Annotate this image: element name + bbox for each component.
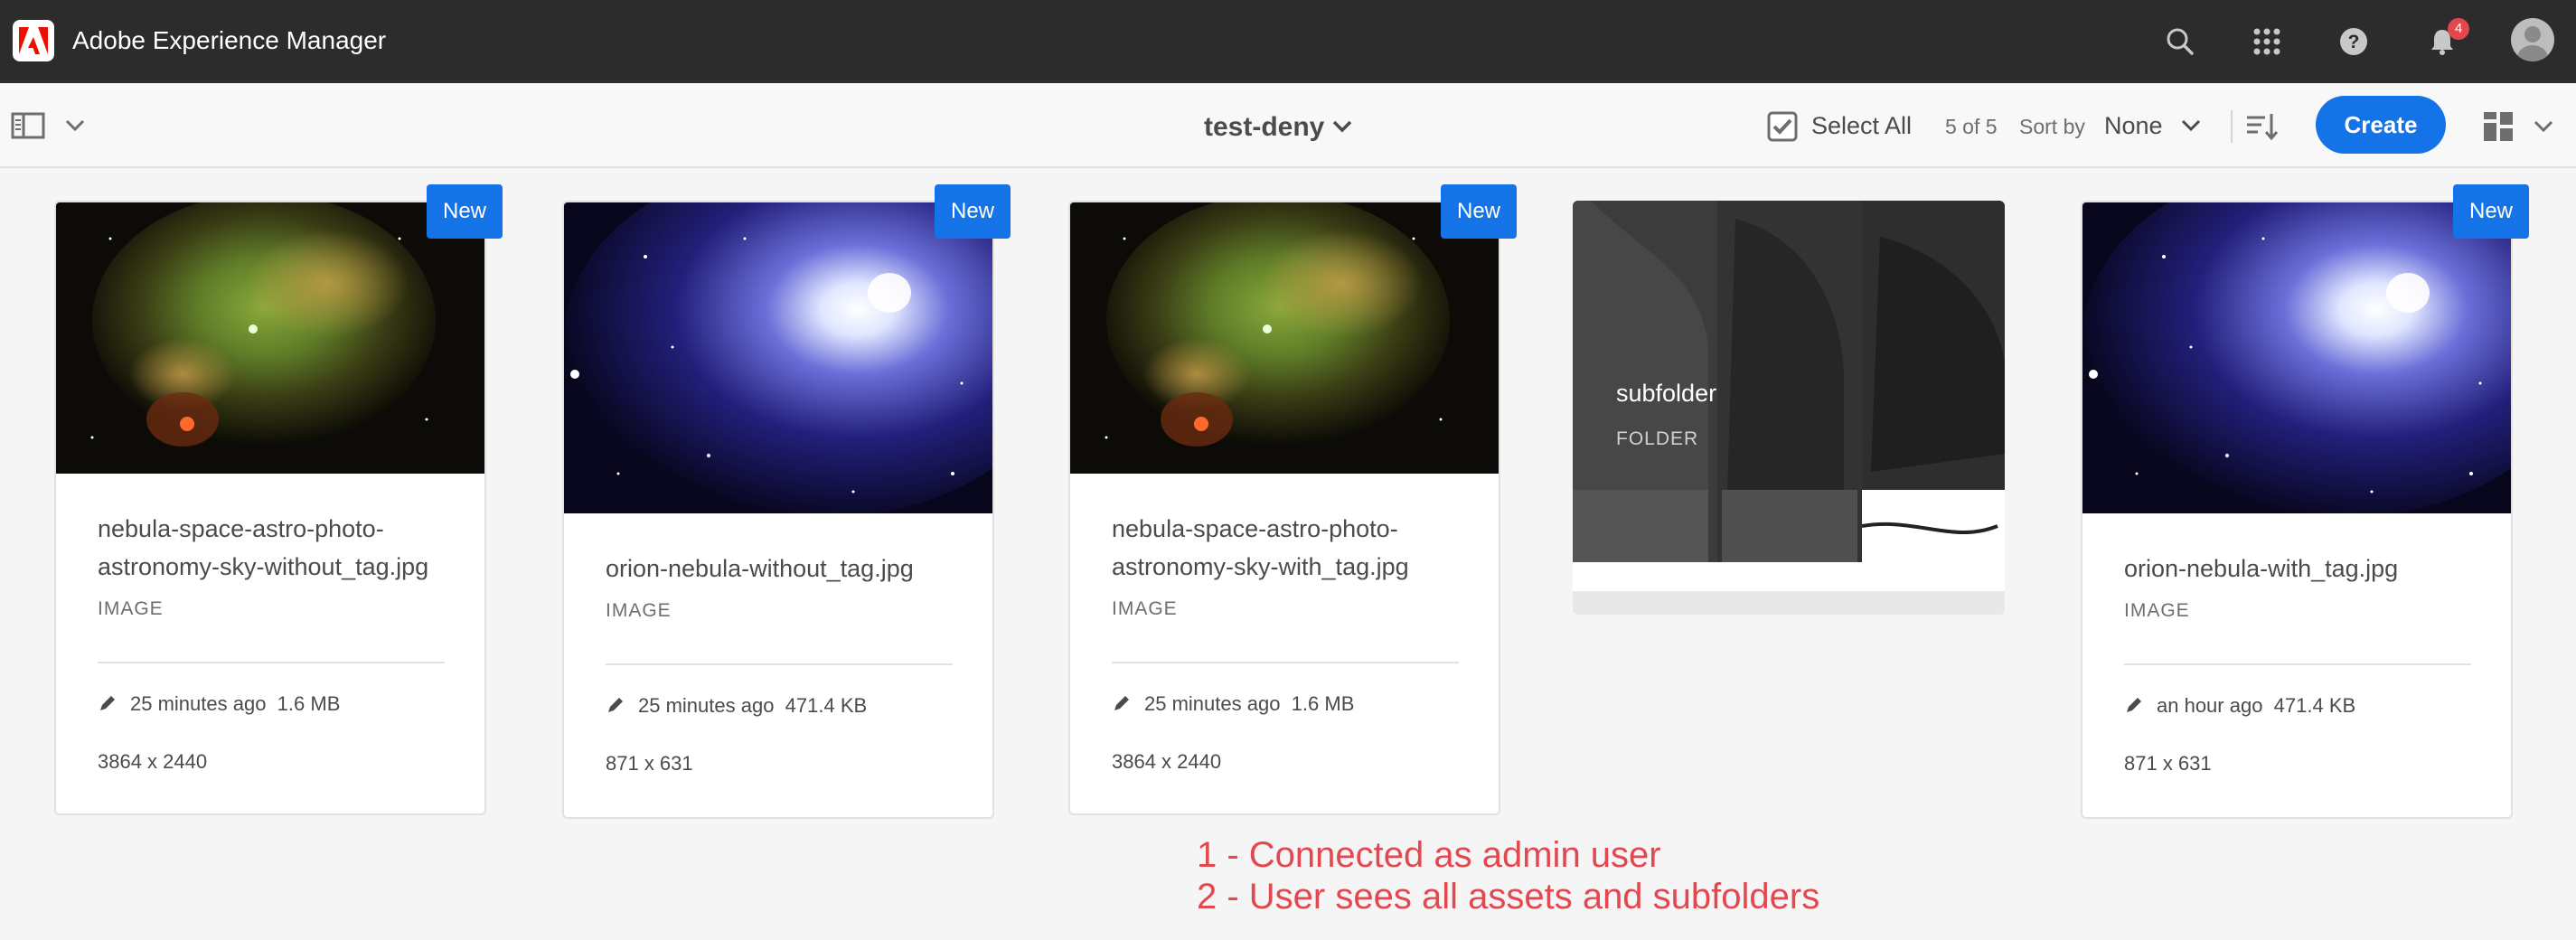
select-all-checkbox[interactable] — [1766, 110, 1799, 143]
asset-dimensions: 3864 x 2440 — [98, 750, 208, 773]
chevron-down-icon — [1332, 120, 1352, 133]
asset-type: IMAGE — [2124, 600, 2190, 621]
asset-thumbnail[interactable] — [564, 202, 992, 513]
user-avatar[interactable] — [2511, 18, 2554, 61]
modified-time: 25 minutes ago — [1144, 692, 1281, 715]
asset-card[interactable]: New orion-nebula-without_tag.jpg IMAGE 2… — [562, 184, 1011, 819]
adobe-logo-icon[interactable] — [13, 20, 54, 61]
file-size: 471.4 KB — [785, 694, 868, 717]
asset-title[interactable]: nebula-space-astro-photo- astronomy-sky-… — [1112, 510, 1473, 586]
new-badge: New — [935, 184, 1011, 239]
new-badge: New — [427, 184, 503, 239]
card-divider — [2124, 663, 2471, 665]
action-bar: test-deny Select All 5 of 5 Sort by None… — [0, 83, 2576, 168]
pencil-icon — [100, 696, 115, 710]
rail-toggle-icon[interactable] — [11, 110, 47, 141]
asset-type: IMAGE — [606, 600, 672, 621]
asset-thumbnail[interactable] — [1070, 202, 1499, 474]
toolbar-divider — [2231, 110, 2233, 143]
file-size: 1.6 MB — [1291, 692, 1355, 715]
sort-value: None — [2104, 112, 2163, 139]
notification-badge: 4 — [2448, 18, 2469, 40]
sort-picker[interactable]: None — [2097, 108, 2211, 145]
folder-title: test-deny — [1204, 112, 1325, 142]
apps-grid-icon[interactable] — [2245, 20, 2289, 63]
asset-type: IMAGE — [98, 598, 164, 619]
help-icon[interactable]: ? — [2332, 20, 2375, 63]
search-icon[interactable] — [2158, 20, 2202, 63]
modified-time: 25 minutes ago — [130, 692, 267, 715]
sort-label: Sort by — [2019, 115, 2085, 138]
card-view-icon[interactable] — [2480, 108, 2516, 145]
asset-dimensions: 3864 x 2440 — [1112, 750, 1222, 773]
sort-direction-icon[interactable] — [2243, 108, 2280, 145]
asset-title[interactable]: orion-nebula-without_tag.jpg — [606, 550, 967, 588]
card-divider — [606, 663, 953, 665]
asset-thumbnail[interactable] — [2082, 202, 2511, 513]
app-title[interactable]: Adobe Experience Manager — [72, 25, 386, 56]
asset-type: IMAGE — [1112, 598, 1178, 619]
card-divider — [1112, 662, 1459, 663]
asset-thumbnail[interactable] — [56, 202, 484, 474]
file-size: 471.4 KB — [2273, 694, 2356, 717]
create-button[interactable]: Create — [2316, 96, 2446, 154]
asset-title[interactable]: orion-nebula-with_tag.jpg — [2124, 550, 2486, 588]
modified-time: an hour ago — [2157, 694, 2263, 717]
asset-card[interactable]: New nebula-space-astro-photo- astronomy-… — [1068, 184, 1517, 815]
asset-card[interactable]: New nebula-space-astro-photo- astronomy-… — [54, 184, 503, 815]
asset-card[interactable]: New orion-nebula-with_tag.jpg IMAGE an h… — [2081, 184, 2529, 819]
annotation-line-2: 2 - User sees all assets and subfolders — [1197, 877, 1820, 916]
annotation-line-1: 1 - Connected as admin user — [1197, 835, 1661, 875]
asset-title[interactable]: nebula-space-astro-photo- astronomy-sky-… — [98, 510, 459, 586]
folder-type: FOLDER — [1616, 428, 1699, 449]
card-divider — [98, 662, 445, 663]
asset-dimensions: 871 x 631 — [2124, 752, 2212, 775]
folder-card[interactable]: subfolder FOLDER — [1573, 201, 2005, 615]
pencil-icon — [608, 698, 623, 712]
svg-text:?: ? — [2348, 32, 2360, 52]
folder-title[interactable]: subfolder — [1616, 380, 1716, 408]
file-size: 1.6 MB — [277, 692, 341, 715]
chevron-down-icon[interactable] — [63, 114, 87, 137]
select-all-label[interactable]: Select All — [1811, 112, 1912, 140]
pencil-icon — [1114, 696, 1129, 710]
chevron-down-icon[interactable] — [2531, 114, 2556, 139]
asset-dimensions: 871 x 631 — [606, 752, 693, 775]
modified-time: 25 minutes ago — [638, 694, 775, 717]
chevron-down-icon — [2181, 119, 2201, 132]
new-badge: New — [1441, 184, 1517, 239]
shell-header: Adobe Experience Manager ? 4 — [0, 0, 2576, 83]
pencil-icon — [2127, 698, 2141, 712]
new-badge: New — [2453, 184, 2529, 239]
item-count: 5 of 5 — [1945, 115, 1998, 138]
